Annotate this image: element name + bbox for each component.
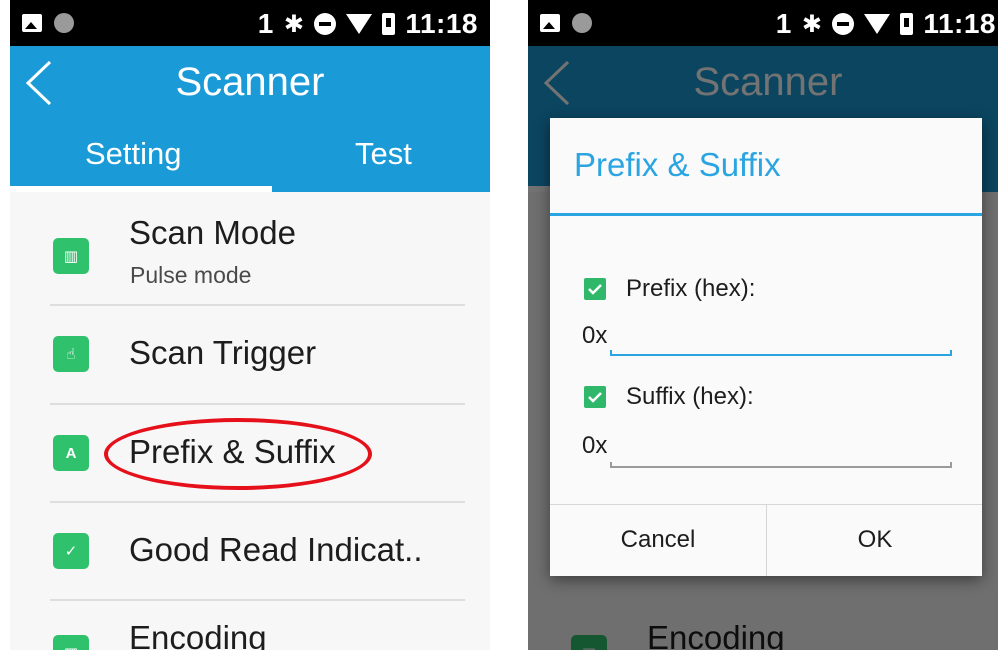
list-item-scan-trigger[interactable]: ☝ Scan Trigger bbox=[10, 306, 490, 403]
prefix-input[interactable] bbox=[610, 322, 952, 352]
item-subtitle: Pulse mode bbox=[130, 262, 252, 288]
cancel-button[interactable]: Cancel bbox=[550, 504, 766, 576]
barcode-icon: ▥ bbox=[53, 238, 89, 274]
wifi-icon bbox=[864, 14, 891, 34]
battery-icon bbox=[382, 13, 396, 35]
suffix-hex-marker: 0x bbox=[582, 432, 608, 459]
dialog-title-divider bbox=[550, 213, 982, 216]
check-icon bbox=[588, 392, 602, 403]
dialog-title: Prefix & Suffix bbox=[574, 146, 781, 183]
image-notification-icon bbox=[540, 14, 560, 32]
phone-screen-dialog: 1 ✱ 11:18 Scanner Setting Test ▥ Encodin… bbox=[528, 0, 998, 650]
suffix-input[interactable] bbox=[610, 432, 952, 462]
item-title: Prefix & Suffix bbox=[129, 433, 336, 470]
prefix-hex-marker: 0x bbox=[582, 322, 608, 349]
ok-button[interactable]: OK bbox=[767, 504, 983, 576]
status-bar: 1 ✱ 11:18 bbox=[528, 0, 998, 46]
suffix-label: Suffix (hex): bbox=[626, 383, 754, 410]
prefix-checkbox[interactable] bbox=[584, 278, 606, 300]
app-bar: Scanner Setting Test bbox=[10, 46, 490, 192]
suffix-checkbox[interactable] bbox=[584, 386, 606, 408]
suffix-input-underline bbox=[610, 462, 952, 468]
page-title: Scanner bbox=[175, 60, 325, 104]
do-not-disturb-icon bbox=[832, 13, 855, 35]
item-title: Scan Mode bbox=[129, 214, 296, 251]
scan-trigger-icon: ☝ bbox=[53, 336, 89, 372]
prefix-label: Prefix (hex): bbox=[626, 275, 756, 302]
list-item-encoding[interactable]: ▥ Encoding bbox=[10, 601, 490, 650]
tab-setting[interactable]: Setting bbox=[85, 136, 182, 172]
clock: 11:18 bbox=[923, 8, 996, 39]
battery-icon bbox=[900, 13, 914, 35]
check-icon bbox=[588, 284, 602, 295]
list-item-prefix-suffix[interactable]: A Prefix & Suffix bbox=[10, 405, 490, 502]
good-read-icon: ✓ bbox=[53, 533, 89, 569]
clock: 11:18 bbox=[405, 8, 478, 39]
sim-indicator: 1 bbox=[257, 8, 274, 39]
do-not-disturb-icon bbox=[314, 13, 337, 35]
item-title: Encoding bbox=[129, 619, 267, 650]
notification-dot-icon bbox=[54, 13, 74, 33]
bluetooth-icon: ✱ bbox=[801, 10, 823, 38]
phone-screen-settings: 1 ✱ 11:18 Scanner Setting Test ▥ Scan Mo… bbox=[10, 0, 490, 650]
item-title: Scan Trigger bbox=[129, 334, 317, 371]
tab-test[interactable]: Test bbox=[355, 136, 412, 172]
status-bar: 1 ✱ 11:18 bbox=[10, 0, 490, 46]
wifi-icon bbox=[346, 14, 373, 34]
bluetooth-icon: ✱ bbox=[283, 10, 305, 38]
list-item-good-read-indicator[interactable]: ✓ Good Read Indicat.. bbox=[10, 503, 490, 600]
prefix-suffix-dialog: Prefix & Suffix Prefix (hex): 0x Suffix … bbox=[550, 118, 982, 576]
encoding-icon: ▥ bbox=[53, 635, 89, 650]
notification-dot-icon bbox=[572, 13, 592, 33]
prefix-input-underline bbox=[610, 350, 952, 356]
image-notification-icon bbox=[22, 14, 42, 32]
sim-indicator: 1 bbox=[775, 8, 792, 39]
item-title: Good Read Indicat.. bbox=[129, 531, 423, 568]
list-item-scan-mode[interactable]: ▥ Scan Mode Pulse mode bbox=[10, 192, 490, 304]
prefix-suffix-icon: A bbox=[53, 435, 89, 471]
